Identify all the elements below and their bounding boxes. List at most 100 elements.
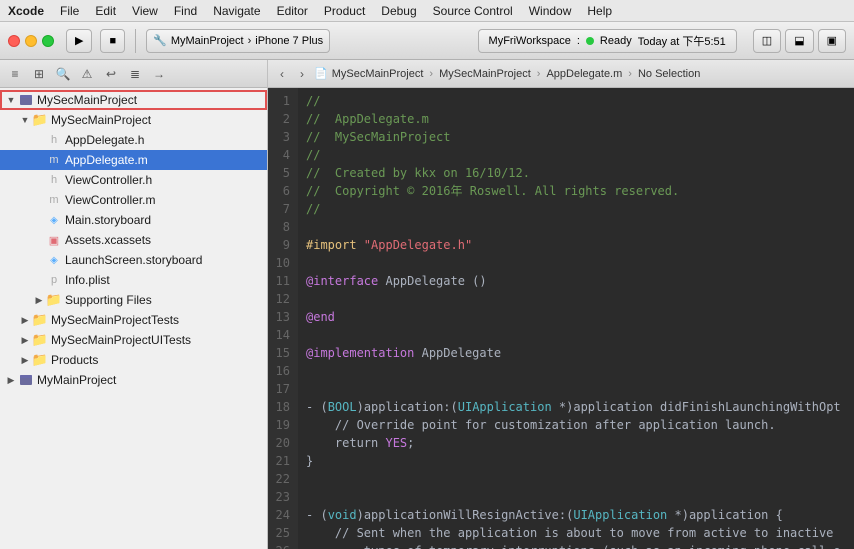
back-button[interactable]: ‹: [274, 66, 290, 82]
main-area: ≡ ⊞ 🔍 ⚠ ↩ ≣ → ▼ MySecMainProject: [0, 60, 854, 549]
no-arrow: [32, 213, 46, 227]
warning-icon-btn[interactable]: ⚠: [78, 65, 96, 83]
file-label: ViewController.h: [65, 173, 152, 187]
hide-sidebar-button[interactable]: ◫: [753, 29, 781, 53]
expand-arrow: ▼: [18, 113, 32, 127]
code-line: // Sent when the application is about to…: [306, 524, 846, 542]
menu-file[interactable]: File: [60, 4, 79, 18]
code-line: @end: [306, 308, 846, 326]
sidebar-item-appdelegate-h[interactable]: h AppDelegate.h: [0, 130, 267, 150]
code-line: [306, 254, 846, 272]
play-icon: ▶: [75, 34, 83, 47]
menu-edit[interactable]: Edit: [95, 4, 116, 18]
code-line: #import "AppDelegate.h": [306, 236, 846, 254]
no-arrow: [32, 173, 46, 187]
no-arrow: [32, 253, 46, 267]
sidebar-item-root-project[interactable]: ▼ MySecMainProject: [0, 90, 267, 110]
sidebar-item-appdelegate-m[interactable]: m AppDelegate.m: [0, 150, 267, 170]
project-icon: [18, 92, 34, 108]
code-area[interactable]: // // AppDelegate.m // MySecMainProject …: [298, 88, 854, 549]
close-button[interactable]: [8, 35, 20, 47]
code-line: types of temporary interruptions (such a…: [306, 542, 846, 549]
sidebar-item-uitests[interactable]: ▶ 📁 MySecMainProjectUITests: [0, 330, 267, 350]
editor-toolbar: ‹ › 📄 MySecMainProject › MySecMainProjec…: [268, 60, 854, 88]
breadcrumb-icon: 📄: [314, 67, 328, 80]
sidebar-item-launch-storyboard[interactable]: ◈ LaunchScreen.storyboard: [0, 250, 267, 270]
code-line: //: [306, 146, 846, 164]
grid-icon-btn[interactable]: ⊞: [30, 65, 48, 83]
code-line: [306, 362, 846, 380]
breadcrumb-file[interactable]: AppDelegate.m: [546, 68, 622, 80]
status-separator: :: [577, 35, 580, 47]
folder-icon-btn[interactable]: ≡: [6, 65, 24, 83]
menu-editor[interactable]: Editor: [277, 4, 308, 18]
workspace-name: MyFriWorkspace: [489, 35, 571, 47]
menu-xcode[interactable]: Xcode: [8, 4, 44, 18]
code-line: - (BOOL)application:(UIApplication *)app…: [306, 398, 846, 416]
menu-product[interactable]: Product: [324, 4, 365, 18]
run-button[interactable]: ▶: [66, 29, 92, 53]
sidebar-item-main-project[interactable]: ▶ MyMainProject: [0, 370, 267, 390]
debug-icon-btn[interactable]: ≣: [126, 65, 144, 83]
stop-icon: ■: [109, 35, 116, 47]
report-icon-btn[interactable]: →: [150, 65, 168, 83]
folder2-icon: 📁: [46, 292, 62, 308]
forward-button[interactable]: ›: [294, 66, 310, 82]
sidebar-item-supporting-files[interactable]: ▶ 📁 Supporting Files: [0, 290, 267, 310]
sidebar-item-main-storyboard[interactable]: ◈ Main.storyboard: [0, 210, 267, 230]
folder-label: MySecMainProjectTests: [51, 313, 179, 327]
folder4-icon: 📁: [32, 332, 48, 348]
toolbar: ▶ ■ 🔧 MyMainProject › iPhone 7 Plus MyFr…: [0, 22, 854, 60]
hide-inspector-button[interactable]: ▣: [818, 29, 846, 53]
hide-debug-button[interactable]: ⬓: [785, 29, 813, 53]
code-line: @implementation AppDelegate: [306, 344, 846, 362]
sidebar-item-info-plist[interactable]: p Info.plist: [0, 270, 267, 290]
menu-help[interactable]: Help: [587, 4, 612, 18]
file-icon: h: [46, 132, 62, 148]
breadcrumb-project[interactable]: MySecMainProject: [332, 68, 424, 80]
expand-arrow: ▼: [4, 93, 18, 107]
code-line: [306, 290, 846, 308]
menu-window[interactable]: Window: [529, 4, 572, 18]
expand-arrow: ▶: [18, 333, 32, 347]
maximize-button[interactable]: [42, 35, 54, 47]
menu-source-control[interactable]: Source Control: [433, 4, 513, 18]
separator: ›: [248, 35, 252, 47]
code-line: // AppDelegate.m: [306, 110, 846, 128]
toolbar-right-buttons: ◫ ⬓ ▣: [753, 29, 846, 53]
stop-button[interactable]: ■: [100, 29, 125, 53]
menu-find[interactable]: Find: [174, 4, 197, 18]
sidebar-item-viewcontroller-m[interactable]: m ViewController.m: [0, 190, 267, 210]
breadcrumb-sep2: ›: [537, 68, 541, 80]
line-numbers: 1 2 3 4 5 6 7 8 9 10 11 12 13 14 15 16 1…: [268, 88, 298, 549]
sidebar-toggle-icon: ◫: [762, 34, 772, 47]
editor-content[interactable]: 1 2 3 4 5 6 7 8 9 10 11 12 13 14 15 16 1…: [268, 88, 854, 549]
code-line: [306, 470, 846, 488]
minimize-button[interactable]: [25, 35, 37, 47]
sidebar-item-viewcontroller-h[interactable]: h ViewController.h: [0, 170, 267, 190]
search-icon-btn[interactable]: 🔍: [54, 65, 72, 83]
timestamp: Today at 下午5:51: [638, 33, 726, 49]
menu-view[interactable]: View: [132, 4, 158, 18]
m-file-icon: m: [46, 152, 62, 168]
sidebar-item-assets[interactable]: ▣ Assets.xcassets: [0, 230, 267, 250]
sidebar-item-products[interactable]: ▶ 📁 Products: [0, 350, 267, 370]
code-line: // Override point for customization afte…: [306, 416, 846, 434]
breadcrumb-group[interactable]: MySecMainProject: [439, 68, 531, 80]
code-line: // Copyright © 2016年 Roswell. All rights…: [306, 182, 846, 200]
menu-bar: Xcode File Edit View Find Navigate Edito…: [0, 0, 854, 22]
code-line: // MySecMainProject: [306, 128, 846, 146]
main-project-label: MyMainProject: [37, 373, 116, 387]
folder5-icon: 📁: [32, 352, 48, 368]
code-line: return YES;: [306, 434, 846, 452]
code-line: [306, 488, 846, 506]
breadcrumb-symbol[interactable]: No Selection: [638, 68, 700, 80]
menu-debug[interactable]: Debug: [381, 4, 416, 18]
sidebar-item-tests[interactable]: ▶ 📁 MySecMainProjectTests: [0, 310, 267, 330]
scheme-selector[interactable]: 🔧 MyMainProject › iPhone 7 Plus: [146, 29, 330, 53]
test-icon-btn[interactable]: ↩: [102, 65, 120, 83]
sidebar-item-group[interactable]: ▼ 📁 MySecMainProject: [0, 110, 267, 130]
sidebar: ≡ ⊞ 🔍 ⚠ ↩ ≣ → ▼ MySecMainProject: [0, 60, 268, 549]
file-label: ViewController.m: [65, 193, 155, 207]
menu-navigate[interactable]: Navigate: [213, 4, 260, 18]
